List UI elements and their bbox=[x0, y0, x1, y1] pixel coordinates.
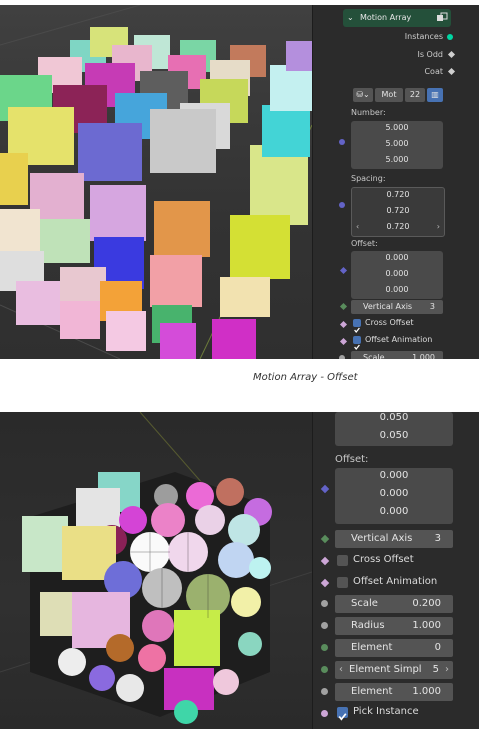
bool-socket[interactable] bbox=[321, 710, 328, 717]
checkmark-icon bbox=[354, 344, 360, 351]
vertical-axis-field[interactable]: Vertical Axis 3 bbox=[335, 530, 453, 548]
number-z[interactable]: 5.000 bbox=[351, 155, 443, 164]
cross-offset-label: Cross Offset bbox=[353, 554, 414, 565]
number-label: Number: bbox=[351, 108, 386, 117]
checkmark-icon bbox=[338, 713, 347, 721]
scale-field[interactable]: Scale 1.000 bbox=[351, 351, 443, 359]
vector-socket[interactable] bbox=[320, 484, 330, 494]
node-group-icon bbox=[437, 12, 448, 21]
element-factor-field[interactable]: Element 1.000 bbox=[335, 683, 453, 701]
increment-arrow-icon[interactable]: › bbox=[445, 661, 449, 679]
node-header[interactable]: ⌄ Motion Array bbox=[343, 9, 451, 27]
vector-socket[interactable] bbox=[339, 266, 348, 275]
viewport-3d[interactable] bbox=[0, 412, 312, 729]
int-socket[interactable] bbox=[339, 302, 348, 311]
cube-array-render bbox=[0, 5, 312, 359]
bool-socket[interactable] bbox=[339, 320, 348, 329]
spacing-label: Spacing: bbox=[351, 174, 386, 183]
number-y[interactable]: 5.000 bbox=[351, 139, 443, 148]
int-socket[interactable] bbox=[321, 666, 328, 673]
float-socket[interactable] bbox=[321, 688, 328, 695]
geometry-socket[interactable] bbox=[447, 34, 453, 40]
datablock-name-field[interactable]: Mot bbox=[375, 88, 403, 102]
output-instances: Instances bbox=[404, 32, 443, 41]
offset-y[interactable]: 0.000 bbox=[351, 269, 443, 278]
screenshot-spherical: 0.050 0.050 Offset: 0.000 0.000 0.000 Ve… bbox=[0, 412, 479, 729]
motion-array-node-panel: 0.050 0.050 Offset: 0.000 0.000 0.000 Ve… bbox=[312, 412, 479, 729]
vertical-axis-field[interactable]: Vertical Axis 3 bbox=[351, 300, 443, 314]
spacing-y[interactable]: 0.720 bbox=[352, 206, 444, 215]
top-vector-field[interactable]: 0.050 0.050 bbox=[335, 412, 453, 446]
checkmark-icon bbox=[354, 327, 360, 334]
vector-socket[interactable] bbox=[339, 139, 345, 145]
cross-offset-checkbox[interactable] bbox=[337, 555, 348, 566]
scale-field[interactable]: Scale 0.200 bbox=[335, 595, 453, 613]
chart-bar-icon[interactable]: ▥ bbox=[427, 88, 443, 102]
offset-z[interactable]: 0.000 bbox=[351, 285, 443, 294]
offset-animation-label: Offset Animation bbox=[353, 576, 438, 587]
offset-z[interactable]: 0.000 bbox=[335, 506, 453, 517]
offset-x[interactable]: 0.000 bbox=[335, 470, 453, 481]
offset-label: Offset: bbox=[335, 454, 369, 465]
mixed-instances-render bbox=[0, 412, 312, 724]
element-field[interactable]: Element 0 bbox=[335, 639, 453, 657]
bool-socket[interactable] bbox=[320, 556, 330, 566]
pick-instance-label: Pick Instance bbox=[353, 706, 419, 717]
viewport-3d[interactable] bbox=[0, 5, 312, 359]
bool-socket[interactable] bbox=[320, 578, 330, 588]
offset-label: Offset: bbox=[351, 239, 378, 248]
output-coat: Coat bbox=[424, 67, 443, 76]
pick-instance-checkbox[interactable] bbox=[337, 707, 348, 721]
float-socket[interactable] bbox=[339, 355, 345, 359]
int-socket[interactable] bbox=[321, 644, 328, 651]
cross-offset-label: Cross Offset bbox=[365, 318, 414, 327]
spacing-vector-field[interactable]: 0.720 0.720 0.720 ‹ › bbox=[351, 187, 445, 237]
output-is-odd: Is Odd bbox=[417, 50, 443, 59]
screenshot-offset: ⌄ Motion Array Instances Is Odd Coat ⛁⌄ … bbox=[0, 5, 479, 359]
number-x[interactable]: 5.000 bbox=[351, 123, 443, 132]
figure-caption: Motion Array - Offset bbox=[253, 372, 358, 383]
radius-field[interactable]: Radius 1.000 bbox=[335, 617, 453, 635]
decrement-arrow-icon[interactable]: ‹ bbox=[339, 661, 343, 679]
datablock-browse-button[interactable]: ⛁⌄ bbox=[353, 88, 373, 102]
top-value-1[interactable]: 0.050 bbox=[335, 412, 453, 423]
offset-vector-field[interactable]: 0.000 0.000 0.000 bbox=[351, 251, 443, 299]
bool-socket[interactable] bbox=[339, 337, 348, 346]
spacing-x[interactable]: 0.720 bbox=[352, 190, 444, 199]
bool-socket[interactable] bbox=[447, 67, 456, 76]
float-socket[interactable] bbox=[321, 622, 328, 629]
element-simple-field[interactable]: ‹ Element Simpl 5 › bbox=[335, 661, 453, 679]
cross-offset-checkbox[interactable] bbox=[353, 319, 361, 334]
offset-animation-checkbox[interactable] bbox=[353, 336, 361, 351]
offset-x[interactable]: 0.000 bbox=[351, 253, 443, 262]
bool-socket[interactable] bbox=[447, 50, 456, 59]
decrement-arrow-icon[interactable]: ‹ bbox=[356, 222, 359, 231]
offset-animation-checkbox[interactable] bbox=[337, 577, 348, 588]
increment-arrow-icon[interactable]: › bbox=[437, 222, 440, 231]
offset-vector-field[interactable]: 0.000 0.000 0.000 bbox=[335, 468, 453, 524]
collapse-chevron-icon[interactable]: ⌄ bbox=[347, 9, 354, 27]
vector-socket[interactable] bbox=[339, 202, 345, 208]
datablock-users-count[interactable]: 22 bbox=[405, 88, 425, 102]
motion-array-node-panel: ⌄ Motion Array Instances Is Odd Coat ⛁⌄ … bbox=[312, 5, 479, 359]
offset-animation-label: Offset Animation bbox=[365, 335, 433, 344]
top-value-2[interactable]: 0.050 bbox=[335, 430, 453, 441]
float-socket[interactable] bbox=[321, 600, 328, 607]
offset-y[interactable]: 0.000 bbox=[335, 488, 453, 499]
spacing-z[interactable]: 0.720 bbox=[352, 222, 444, 231]
int-socket[interactable] bbox=[320, 534, 330, 544]
node-title: Motion Array bbox=[360, 13, 412, 22]
number-vector-field[interactable]: 5.000 5.000 5.000 bbox=[351, 121, 443, 169]
